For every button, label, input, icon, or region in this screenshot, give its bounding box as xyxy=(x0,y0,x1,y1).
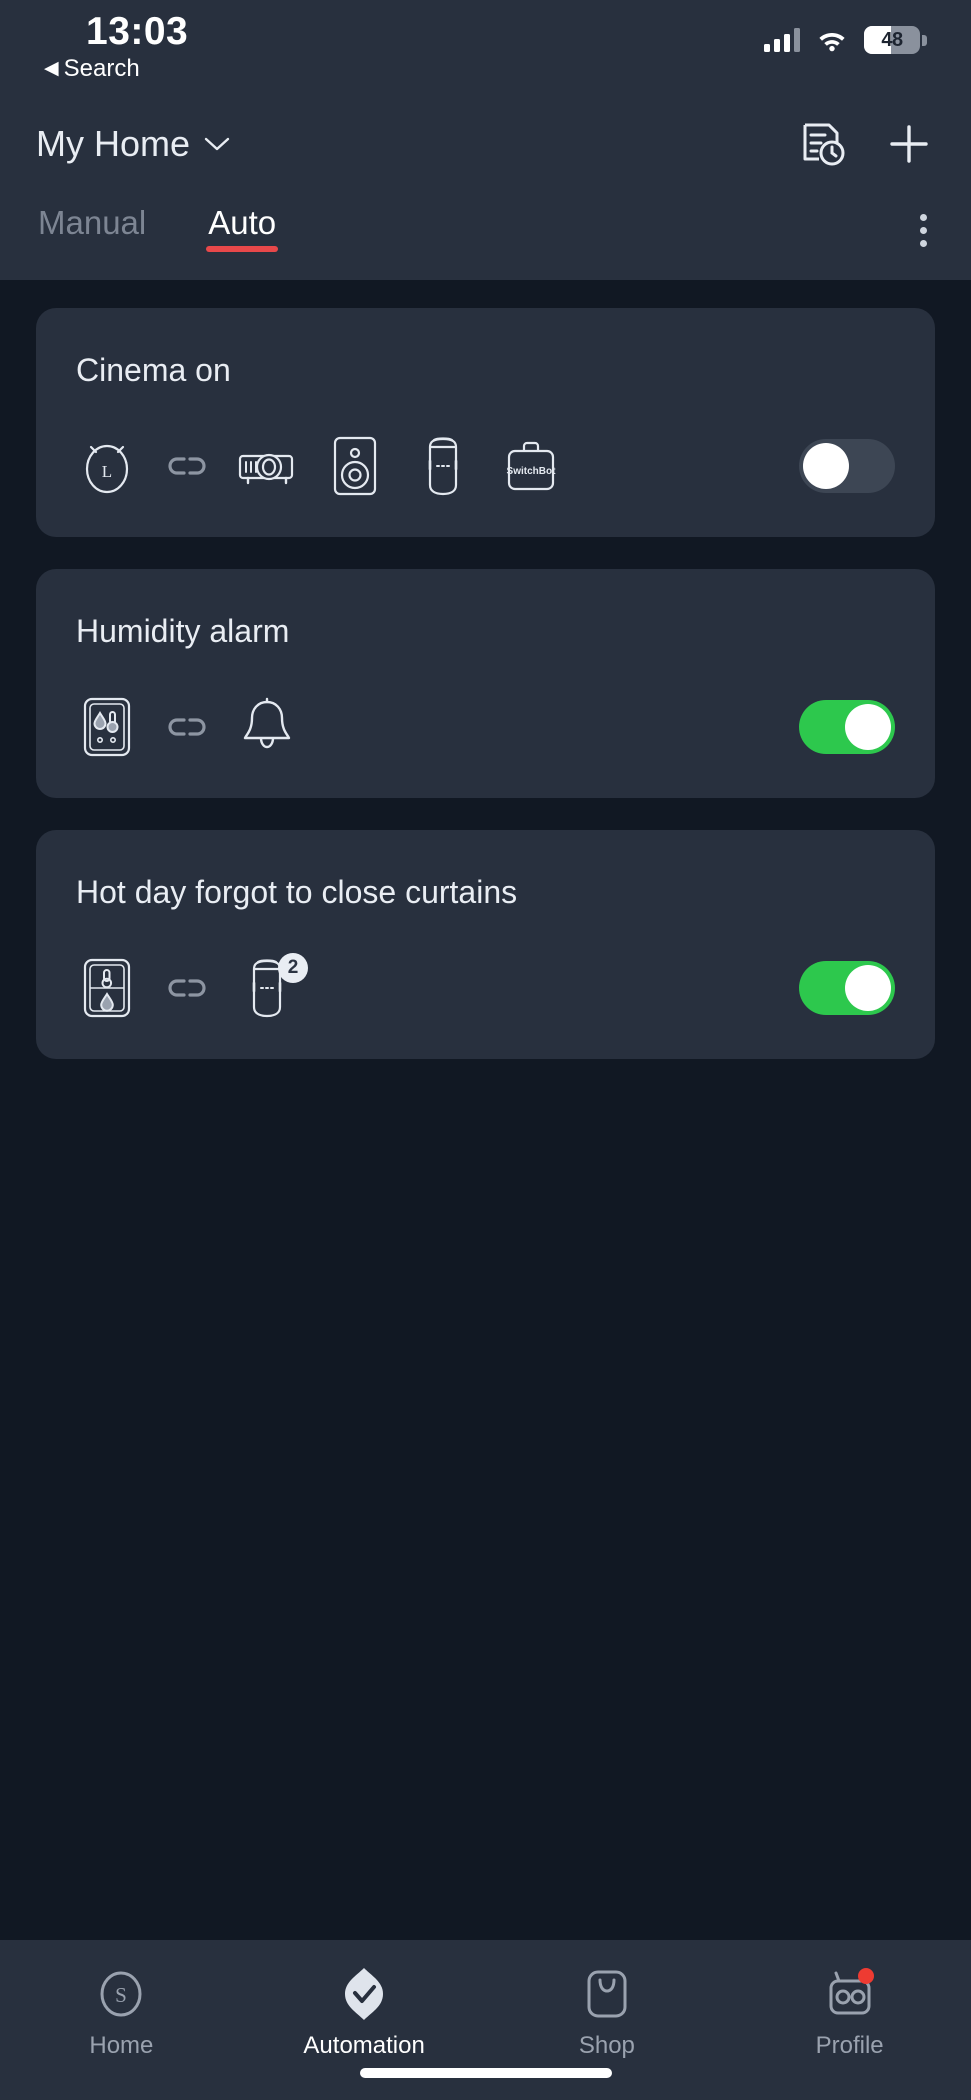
automation-toggle[interactable] xyxy=(799,961,895,1015)
nav-label: Automation xyxy=(303,2032,425,2059)
plus-icon xyxy=(890,125,928,163)
humidity-temperature-meter-icon xyxy=(76,696,138,758)
nav-item-shop[interactable]: Shop xyxy=(486,1966,729,2060)
battery-icon: 48 xyxy=(864,26,927,54)
status-bar-left: 13:03 ◀ Search xyxy=(44,10,189,83)
automation-list: Cinema on L SwitchBot Humidity alarm Hot… xyxy=(0,280,971,1059)
link-connector-icon xyxy=(164,435,210,497)
automation-title: Hot day forgot to close curtains xyxy=(76,874,518,910)
nav-label: Home xyxy=(89,2032,154,2059)
home-name-label: My Home xyxy=(36,123,191,164)
kebab-dot xyxy=(920,240,927,247)
back-to-search-link[interactable]: ◀ Search xyxy=(44,55,140,83)
alarm-clock-icon: L xyxy=(76,435,138,497)
svg-text:SwitchBot: SwitchBot xyxy=(507,466,557,477)
nav-label: Profile xyxy=(815,2032,884,2059)
toggle-knob xyxy=(845,704,891,750)
home-indicator xyxy=(359,2068,612,2078)
bell-alarm-icon xyxy=(236,696,298,758)
automation-card-body xyxy=(76,696,895,758)
automation-card-body: L SwitchBot xyxy=(76,435,895,497)
automation-card-hot-day-curtains[interactable]: Hot day forgot to close curtains 2 xyxy=(36,830,935,1059)
status-bar-right: 48 xyxy=(764,26,927,54)
device-icon-row: L SwitchBot xyxy=(76,435,562,497)
temperature-humidity-sensor-icon xyxy=(76,957,138,1019)
device-icon-row: 2 xyxy=(76,953,308,1019)
add-automation-button[interactable] xyxy=(887,122,931,166)
nav-label: Shop xyxy=(578,2032,635,2059)
back-arrow-icon: ◀ xyxy=(44,58,59,80)
toggle-knob xyxy=(845,965,891,1011)
nav-item-profile[interactable]: Profile xyxy=(728,1966,971,2060)
automation-toggle[interactable] xyxy=(799,439,895,493)
tab-auto-label: Auto xyxy=(208,204,277,241)
robot-profile-icon xyxy=(822,1966,878,2022)
tab-manual-label: Manual xyxy=(38,204,147,241)
device-icon-row xyxy=(76,696,298,758)
automation-title: Cinema on xyxy=(76,352,231,388)
switchbot-hub-icon: SwitchBot xyxy=(500,435,562,497)
svg-text:S: S xyxy=(116,1983,128,2007)
overflow-menu-button[interactable] xyxy=(920,214,927,247)
wifi-icon xyxy=(819,33,845,52)
device-count-badge: 2 xyxy=(278,953,308,983)
speaker-icon xyxy=(324,435,386,497)
tab-manual[interactable]: Manual xyxy=(38,192,146,242)
svg-text:L: L xyxy=(102,462,112,481)
link-connector-icon xyxy=(164,957,210,1019)
automation-check-icon xyxy=(336,1966,392,2022)
battery-percent: 48 xyxy=(881,28,903,51)
switchbot-home-icon: S xyxy=(93,1966,149,2022)
header-actions xyxy=(801,121,931,167)
status-time: 13:03 xyxy=(86,10,189,53)
chevron-down-icon xyxy=(204,137,230,151)
nav-item-home[interactable]: S Home xyxy=(0,1966,243,2060)
projector-icon xyxy=(236,435,298,497)
log-history-icon xyxy=(803,123,845,166)
back-label: Search xyxy=(63,54,140,82)
kebab-dot xyxy=(920,214,927,221)
link-connector-icon xyxy=(164,696,210,758)
shopping-bag-icon xyxy=(579,1966,635,2022)
status-bar: 13:03 ◀ Search 48 xyxy=(0,0,971,96)
automation-card-cinema-on[interactable]: Cinema on L SwitchBot xyxy=(36,308,935,537)
tab-auto[interactable]: Auto xyxy=(206,192,279,252)
notification-dot xyxy=(857,1968,874,1984)
kebab-dot xyxy=(920,227,927,234)
tab-list: Manual Auto xyxy=(38,192,279,252)
automation-title: Humidity alarm xyxy=(76,613,290,649)
app-header: My Home xyxy=(0,96,971,192)
curtain-icon xyxy=(412,435,474,497)
app-screen: 13:03 ◀ Search 48 My Home Manual Auto Ci… xyxy=(0,0,971,2100)
automation-card-humidity-alarm[interactable]: Humidity alarm xyxy=(36,569,935,798)
active-tab-indicator xyxy=(206,246,279,252)
log-history-button[interactable] xyxy=(801,121,845,167)
home-selector[interactable]: My Home xyxy=(36,123,230,165)
cellular-signal-icon xyxy=(764,28,800,52)
curtain-icon: 2 xyxy=(236,953,308,1019)
automation-toggle[interactable] xyxy=(799,700,895,754)
automation-card-body: 2 xyxy=(76,953,895,1019)
nav-item-automation[interactable]: Automation xyxy=(243,1966,486,2060)
tab-bar: Manual Auto xyxy=(0,192,971,280)
toggle-knob xyxy=(803,443,849,489)
